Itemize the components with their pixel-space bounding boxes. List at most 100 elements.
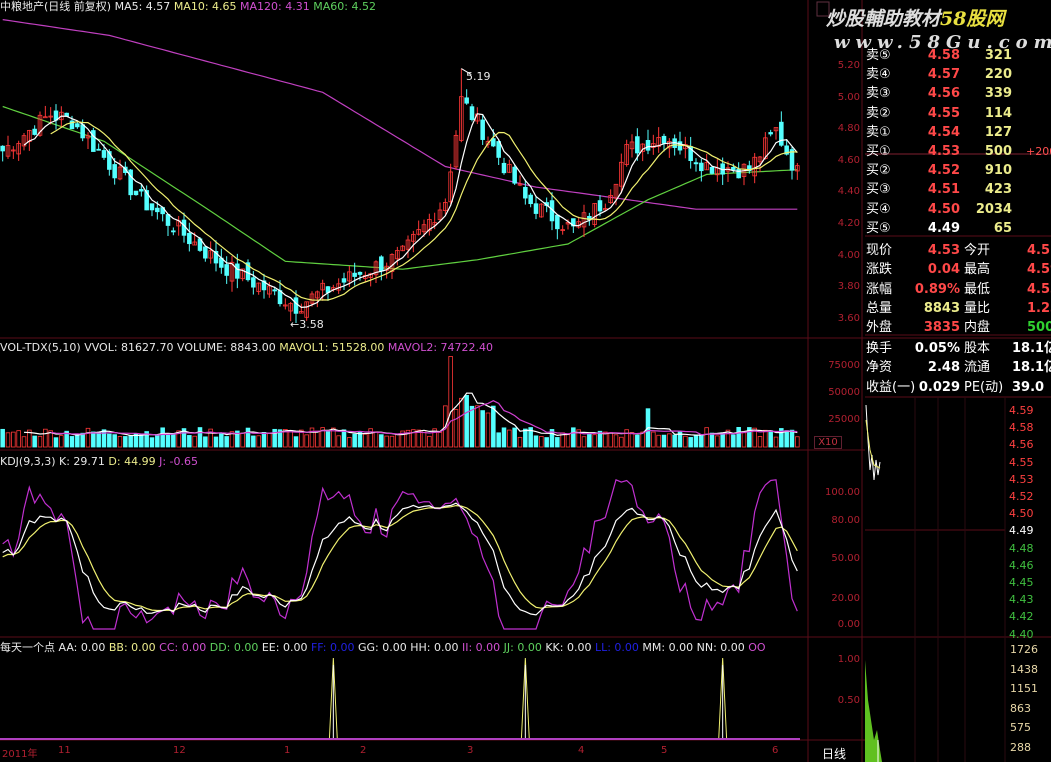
sell-level-price[interactable]: 4.55 <box>910 104 960 123</box>
volume-bar <box>219 432 224 448</box>
price-tick: 3.60 <box>837 312 860 324</box>
candle-body <box>597 200 603 212</box>
sell-level-price[interactable]: 4.56 <box>910 84 960 103</box>
sell-level-price[interactable]: 4.58 <box>910 46 960 65</box>
date-tick: 3 <box>467 745 474 756</box>
intraday-volume-tick: 575 <box>1010 721 1031 735</box>
sell-level-label: 卖① <box>866 124 891 140</box>
candle-body <box>149 203 155 211</box>
indicator-value: OO <box>748 641 766 654</box>
buy-level-price[interactable]: 4.53 <box>910 142 960 161</box>
sell-level-label: 卖④ <box>866 67 891 83</box>
buy-level-price[interactable]: 4.51 <box>910 180 960 199</box>
indicator-value: II: 0.00 <box>461 641 501 654</box>
intraday-price-tick: 4.52 <box>1009 490 1034 503</box>
quote-label: 总量 <box>866 300 893 316</box>
candle-body <box>789 149 795 171</box>
volume-bar <box>352 433 357 448</box>
volume-bar <box>384 435 389 448</box>
indicator-value: GG: 0.00 <box>357 641 407 654</box>
volume-bar <box>512 427 517 448</box>
period-label[interactable]: 日线 <box>822 745 846 762</box>
buy-level-label: 买⑤ <box>866 220 891 236</box>
volume-bar <box>571 427 576 448</box>
volume-bar <box>112 434 117 448</box>
candle-body <box>43 116 48 119</box>
volume-bar <box>192 435 197 448</box>
volume-bar <box>213 436 219 448</box>
price-tick: 5.20 <box>837 60 860 71</box>
candle-body <box>693 162 699 165</box>
volume-bar <box>85 427 91 448</box>
volume-bar <box>741 432 747 448</box>
candle-body <box>101 150 107 158</box>
date-tick: 6 <box>772 745 779 756</box>
candle-body <box>139 189 144 192</box>
indicator-value: MM: 0.00 <box>642 641 694 654</box>
volume-bar <box>453 409 459 448</box>
price-tick: 4.00 <box>837 249 860 261</box>
indicator-tick: 0.50 <box>837 695 860 706</box>
fundamental-value: 0.029 <box>918 379 960 395</box>
volume-bar <box>539 436 544 448</box>
buy-level-price[interactable]: 4.50 <box>910 200 960 219</box>
volume-bar <box>267 433 272 448</box>
kdj-tick: 20.00 <box>831 593 860 604</box>
volume-bar <box>101 429 107 448</box>
candle-body <box>555 214 560 230</box>
ma60-line <box>2 105 798 270</box>
buy-level-price[interactable]: 4.49 <box>910 219 960 238</box>
volume-title: VOL-TDX(5,10) <box>0 341 81 354</box>
intraday-volume-tick: 1151 <box>1010 682 1038 696</box>
intraday-price-tick: 4.45 <box>1009 576 1034 589</box>
ma10-value: MA10: 4.65 <box>173 0 237 13</box>
price-tick: 4.20 <box>837 218 860 229</box>
volume-bar <box>699 434 704 448</box>
kdj-title: KDJ(9,3,3) <box>0 455 56 468</box>
low-annotation: ←3.58 <box>290 318 324 331</box>
volume-bar <box>80 432 85 448</box>
indicator-value: LL: 0.00 <box>594 641 639 654</box>
volume-bar <box>789 429 795 448</box>
candle-body <box>341 278 347 283</box>
candle-body <box>75 123 80 128</box>
buy-level-volume: 500 <box>984 144 1012 159</box>
fundamental-label: 股本 <box>964 341 991 356</box>
volume-bar <box>688 437 693 448</box>
candle-body <box>357 271 363 275</box>
volume-bar <box>763 429 768 448</box>
date-tick: 2011年 <box>2 749 38 760</box>
volume-bar <box>464 395 469 448</box>
indicator-value: KK: 0.00 <box>545 641 592 654</box>
volume-bar <box>5 432 11 448</box>
sell-level-price[interactable]: 4.54 <box>910 123 960 142</box>
intraday-price-tick: 4.50 <box>1009 507 1034 521</box>
volume-bar <box>43 428 48 448</box>
volume-bar <box>224 436 229 448</box>
volume-bar <box>261 431 267 448</box>
volume-bar <box>91 431 96 448</box>
volume-bar <box>555 437 560 448</box>
intraday-volume-tick: 863 <box>1010 701 1031 715</box>
quote-value: 4.53 <box>927 243 960 258</box>
quote-value: 4.53 <box>1027 281 1051 297</box>
indicator-tick: 1.00 <box>837 654 860 665</box>
indicator-value: FF: 0.00 <box>310 641 355 654</box>
buy-level-price[interactable]: 4.52 <box>910 161 960 180</box>
volume-bar <box>704 427 709 448</box>
volume-bar <box>165 433 171 448</box>
intraday-price-tick: 4.46 <box>1009 558 1034 572</box>
volume-bar <box>117 436 123 448</box>
volume-bar <box>517 436 523 448</box>
sell-level-price[interactable]: 4.57 <box>910 65 960 84</box>
buy-level-volume: 423 <box>984 182 1012 198</box>
volume-bar <box>507 429 512 448</box>
fundamental-value: 18.1亿 <box>1012 341 1051 356</box>
volume-bar <box>720 432 725 448</box>
kdj-legend: KDJ(9,3,3) K: 29.71 D: 44.99 J: -0.65 <box>0 455 198 469</box>
volume-bar <box>107 433 112 448</box>
candle-body <box>0 145 5 152</box>
volume-bar <box>139 434 144 448</box>
volume-bar <box>427 435 432 448</box>
volume-tick: 75000 <box>828 360 860 371</box>
